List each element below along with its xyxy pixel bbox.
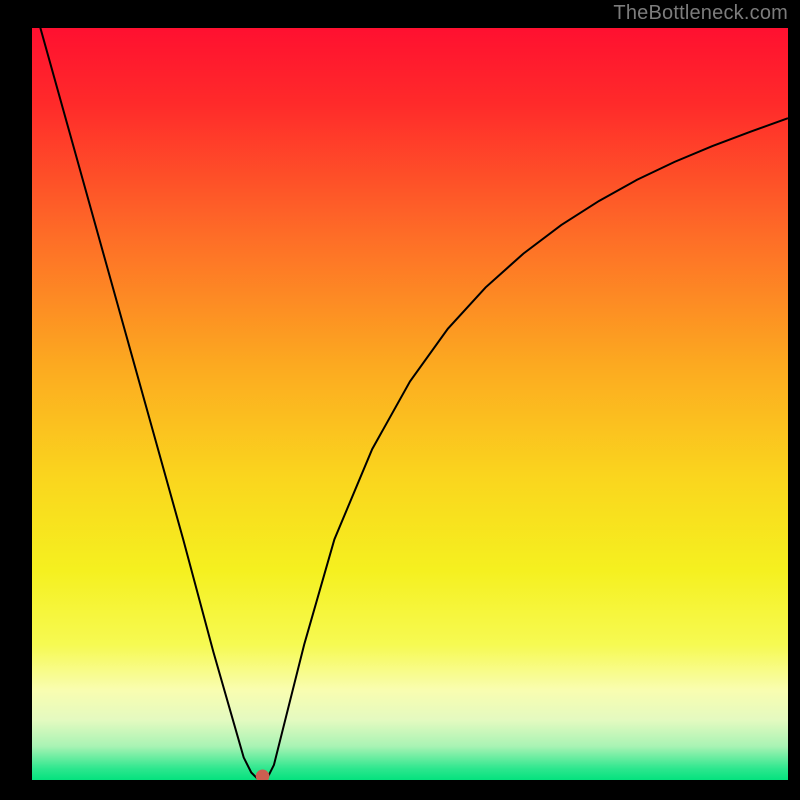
curve-layer: [32, 28, 788, 780]
chart-frame: TheBottleneck.com: [0, 0, 800, 800]
plot-area: [32, 28, 788, 780]
watermark-text: TheBottleneck.com: [613, 2, 788, 25]
optimum-marker: [256, 769, 270, 780]
bottleneck-curve: [32, 28, 788, 780]
